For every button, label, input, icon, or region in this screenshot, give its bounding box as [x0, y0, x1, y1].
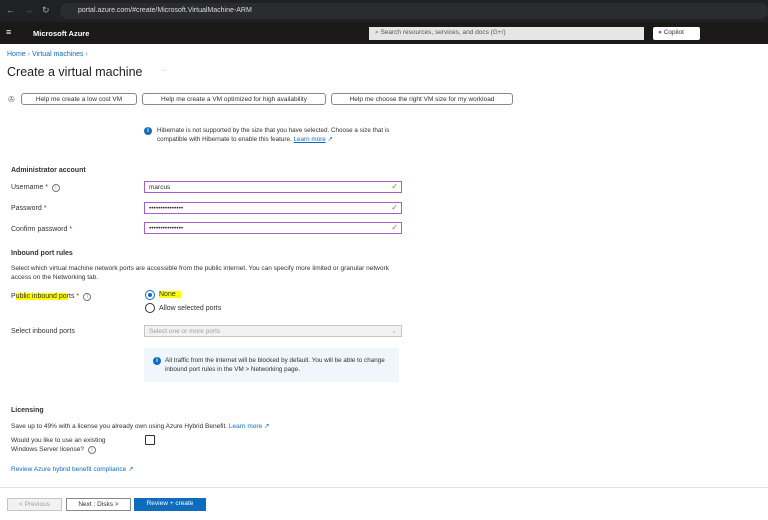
existing-license-checkbox[interactable] [145, 435, 155, 445]
external-link-icon: ↗ [126, 466, 134, 473]
license-question: Would you like to use an existing Window… [11, 436, 121, 454]
info-icon: i [153, 357, 161, 365]
password-value: ••••••••••••••• [149, 205, 184, 212]
label-part: rts [66, 293, 75, 300]
info-icon[interactable]: i [83, 293, 92, 301]
confirm-password-label: Confirm password * [11, 226, 72, 233]
footer-divider [0, 487, 768, 488]
radio-selected[interactable] [145, 290, 155, 300]
browser-toolbar: ← → ↻ portal.azure.com/#create/Microsoft… [0, 0, 768, 22]
breadcrumb-virtual-machines[interactable]: Virtual machines [32, 51, 84, 58]
info-icon[interactable]: i [87, 446, 96, 454]
required-marker: * [69, 226, 73, 233]
confirm-password-input[interactable]: ••••••••••••••• ✓ [144, 222, 402, 234]
inbound-info-text: All traffic from the internet will be bl… [165, 357, 385, 373]
hybrid-compliance-link[interactable]: Review Azure hybrid benefit compliance ↗ [11, 465, 134, 473]
select-placeholder: Select one or more ports [149, 328, 221, 335]
password-label: Password * [11, 205, 46, 212]
breadcrumb-home[interactable]: Home [7, 51, 26, 58]
inbound-ports-select[interactable]: Select one or more ports ⌄ [144, 325, 402, 337]
address-bar[interactable]: portal.azure.com/#create/Microsoft.Virtu… [60, 3, 768, 19]
search-input[interactable]: ⌕ Search resources, services, and docs (… [369, 27, 644, 40]
public-inbound-label: Public inbound ports * i [11, 293, 92, 301]
reload-icon[interactable]: ↻ [42, 5, 50, 16]
help-vm-size-button[interactable]: Help me choose the right VM size for my … [331, 93, 513, 105]
next-disks-button[interactable]: Next : Disks > [66, 498, 131, 511]
help-low-cost-button[interactable]: Help me create a low cost VM [21, 93, 137, 105]
valid-check-icon: ✓ [391, 182, 398, 191]
brand[interactable]: Microsoft Azure [33, 29, 89, 38]
radio-none-label: None [159, 291, 181, 298]
inbound-info-box: i All traffic from the internet will be … [144, 348, 399, 382]
info-icon[interactable]: i [51, 184, 60, 192]
label-part: P [11, 293, 16, 300]
hamburger-menu-icon[interactable]: ≡ [6, 27, 11, 37]
required-marker: * [43, 205, 47, 212]
licensing-text: Save up to 49% with a license you alread… [11, 423, 228, 430]
url-text: portal.azure.com/#create/Microsoft.Virtu… [78, 7, 252, 14]
back-icon[interactable]: ← [6, 5, 15, 15]
hibernate-learn-more-link[interactable]: Learn more [294, 136, 326, 143]
username-label: Username * i [11, 184, 60, 192]
page-title: Create a virtual machine [7, 65, 143, 79]
external-link-icon: ↗ [325, 136, 333, 143]
help-high-availability-button[interactable]: Help me create a VM optimized for high a… [142, 93, 326, 105]
compliance-link-text: Review Azure hybrid benefit compliance [11, 466, 127, 473]
copilot-label: Copilot [663, 29, 684, 36]
required-marker: * [45, 184, 48, 191]
required-marker: * [76, 293, 80, 300]
username-input[interactable]: marcus ✓ [144, 181, 402, 193]
more-options-icon[interactable]: ··· [160, 67, 167, 74]
confirm-value: ••••••••••••••• [149, 225, 184, 232]
select-inbound-label: Select inbound ports [11, 328, 75, 335]
radio-allow-label: Allow selected ports [159, 305, 222, 312]
licensing-description: Save up to 49% with a license you alread… [11, 422, 269, 430]
username-value: marcus [149, 184, 171, 191]
forward-icon[interactable]: → [24, 5, 33, 15]
info-icon: i [144, 127, 152, 135]
inbound-description: Select which virtual machine network por… [11, 265, 389, 281]
hibernate-info: i Hibernate is not supported by the size… [144, 126, 394, 144]
radio-dot [148, 293, 152, 297]
inbound-heading: Inbound port rules [11, 250, 73, 257]
breadcrumb: Home › Virtual machines › [7, 51, 88, 58]
hibernate-info-text: Hibernate is not supported by the size t… [157, 127, 390, 143]
radio-unselected[interactable] [145, 303, 155, 313]
confirm-label-text: Confirm password [11, 226, 68, 233]
password-input[interactable]: ••••••••••••••• ✓ [144, 202, 402, 214]
search-placeholder: Search resources, services, and docs (G+… [380, 29, 506, 36]
chevron-down-icon: ⌄ [391, 328, 397, 335]
copilot-button[interactable]: ● Copilot [653, 27, 700, 40]
username-label-text: Username [11, 184, 44, 191]
previous-button[interactable]: < Previous [7, 498, 62, 511]
label-highlight: ublic inbound po [15, 293, 67, 300]
admin-heading: Administrator account [11, 167, 86, 174]
review-create-button[interactable]: Review + create [134, 498, 206, 511]
copilot-suggestions-icon: ✇ [8, 95, 15, 104]
valid-check-icon: ✓ [391, 203, 398, 212]
licensing-heading: Licensing [11, 407, 44, 414]
valid-check-icon: ✓ [391, 223, 398, 232]
external-link-icon: ↗ [262, 423, 270, 430]
licensing-learn-more-link[interactable]: Learn more [229, 423, 262, 430]
password-label-text: Password [11, 205, 42, 212]
